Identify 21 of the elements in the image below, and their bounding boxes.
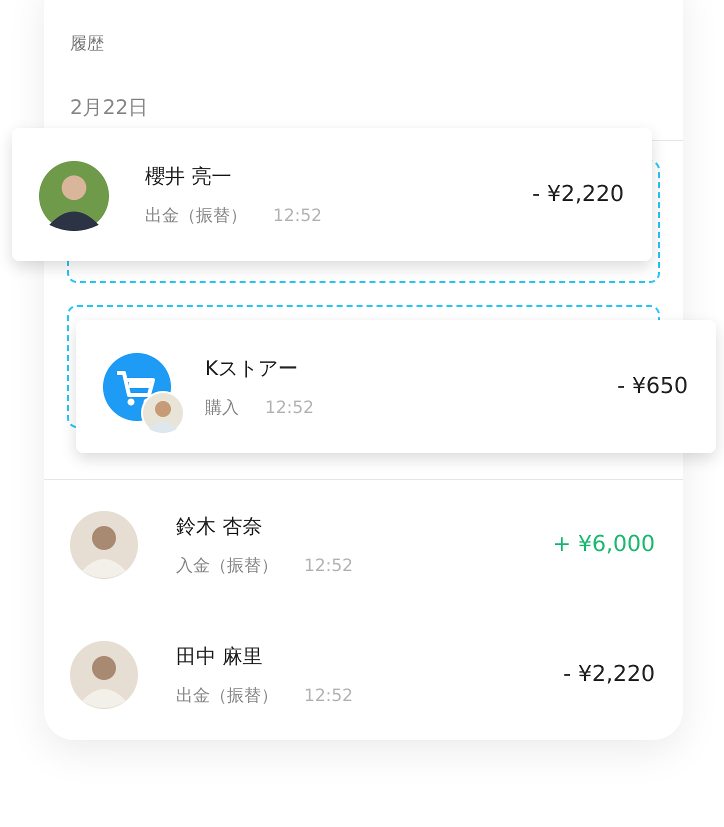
payee-name: 田中 麻里 bbox=[176, 642, 264, 670]
transaction-type: 出金（振替） bbox=[176, 684, 278, 707]
amount: - ¥2,220 bbox=[532, 182, 624, 207]
transaction-time: 12:52 bbox=[265, 398, 314, 418]
transaction-type: 出金（振替） bbox=[145, 204, 247, 226]
transaction-time: 12:52 bbox=[273, 206, 322, 226]
transaction-type: 入金（振替） bbox=[176, 554, 278, 577]
transaction-type: 購入 bbox=[205, 396, 239, 418]
date-heading: 2月22日 bbox=[70, 94, 148, 121]
amount: + ¥6,000 bbox=[552, 532, 655, 558]
payee-name: Kストアー bbox=[205, 354, 300, 382]
transaction-time: 12:52 bbox=[304, 556, 353, 576]
history-title: 履歴 bbox=[70, 32, 104, 55]
amount: - ¥650 bbox=[617, 374, 688, 399]
avatar-icon bbox=[141, 390, 185, 434]
transaction-time: 12:52 bbox=[304, 686, 353, 706]
payee-name: 鈴木 杏奈 bbox=[176, 512, 264, 540]
transaction-card[interactable]: Kストアー 購入 12:52 - ¥650 bbox=[76, 320, 716, 453]
amount: - ¥2,220 bbox=[563, 662, 655, 688]
payee-name: 櫻井 亮一 bbox=[145, 162, 232, 190]
transaction-card[interactable]: 櫻井 亮一 出金（振替） 12:52 - ¥2,220 bbox=[12, 128, 652, 261]
